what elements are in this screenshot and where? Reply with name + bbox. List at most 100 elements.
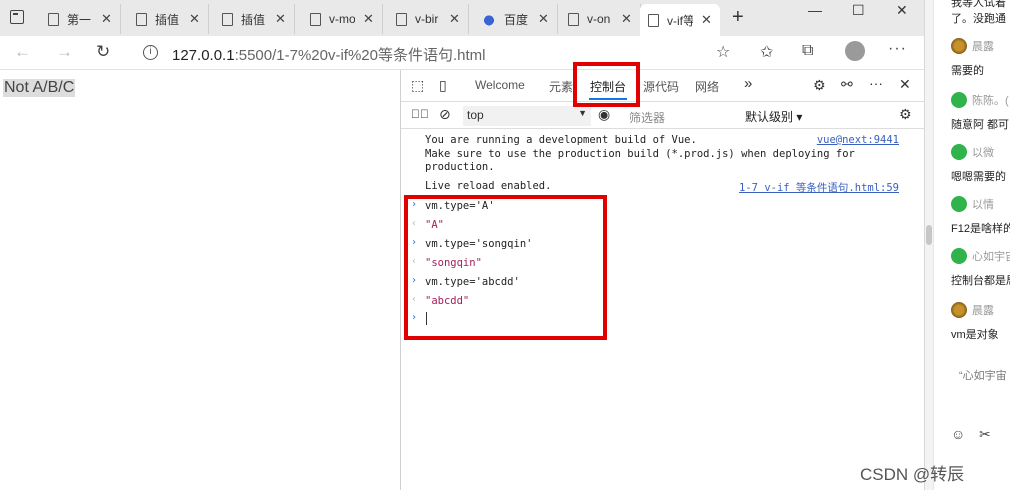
quoted-message: “心如宇宙 [959,370,1007,382]
info-icon[interactable]: i [143,45,158,60]
more-icon[interactable]: ··· [888,40,907,58]
context-value: top [467,108,484,122]
minimize-button[interactable]: — [808,2,822,18]
page-icon [136,12,147,26]
url-field[interactable]: 127.0.0.1:5500/1-7%20v-if%20等条件语句.html [172,44,486,65]
log-level-select[interactable]: 默认级别 ▾ [745,108,802,125]
tab-console[interactable]: 控制台 [590,78,626,95]
reload-icon[interactable]: ↻ [96,42,110,62]
browser-tab-active[interactable]: v-if等 ✕ [640,4,720,36]
close-devtools-icon[interactable]: ✕ [899,76,911,93]
console-result-line: ‹ "A" [401,216,925,235]
browser-tab[interactable]: 第一 ✕ [40,4,121,34]
device-toolbar-icon[interactable]: ▯ [439,77,447,94]
settings-gear-icon[interactable]: ⚙ [813,77,826,94]
more-tabs-icon[interactable]: » [744,75,752,92]
close-icon[interactable]: ✕ [449,11,460,27]
watermark: CSDN @转辰 [860,465,965,484]
avatar [951,196,967,212]
close-icon[interactable]: ✕ [275,11,286,27]
close-icon[interactable]: ✕ [101,11,112,27]
result-icon: ‹ [411,294,418,305]
profile-avatar[interactable] [845,41,865,61]
chat-message: 我等人试着 [951,0,1006,9]
eye-icon[interactable]: ◉ [598,106,610,123]
tab-label: 插值 [155,12,180,27]
console-input-line: › vm.type='songqin' [401,235,925,254]
smile-icon[interactable]: ☺ [951,426,965,442]
window-menu-icon[interactable] [10,10,24,24]
console-input-line: › vm.type='abcdd' [401,273,925,292]
clear-console-icon[interactable]: ⊘ [439,106,451,123]
chat-username: 心如宇宙 [972,251,1010,263]
close-window-button[interactable]: ✕ [896,2,908,19]
console-result-line: ‹ "abcdd" [401,292,925,311]
chevron-down-icon: ▼ [578,108,587,118]
browser-tab[interactable]: 插值 ✕ [128,4,209,34]
browser-tab[interactable]: v-on ✕ [560,4,641,34]
tab-label: 百度 [504,12,529,27]
chat-username: 晨露 [972,305,994,317]
chat-user: 心如宇宙 [951,248,1010,264]
tab-sources[interactable]: 源代码 [643,78,679,95]
close-icon[interactable]: ✕ [701,12,712,28]
customize-icon[interactable]: ⚯ [841,76,853,93]
console-input: vm.type='songqin' [425,238,533,250]
console-input-line: › vm.type='A' [401,197,925,216]
browser-tab[interactable]: v-bir ✕ [388,4,469,34]
tab-label: v-mo [329,12,355,26]
context-select[interactable]: top ▼ [463,106,591,126]
tab-welcome[interactable]: Welcome [475,78,525,92]
close-icon[interactable]: ✕ [363,11,374,27]
scrollbar[interactable] [925,0,934,490]
tab-label: v-bir [415,12,439,26]
browser-tab[interactable]: 插值 ✕ [214,4,295,34]
console-settings-icon[interactable]: ⚙ [899,106,912,123]
inspect-icon[interactable]: ⬚ [411,77,424,94]
chat-user: 陈陈。( [951,92,1009,108]
console-result: "abcdd" [425,295,470,307]
more-options-icon[interactable]: ··· [869,75,883,91]
tab-elements[interactable]: 元素 [549,78,573,95]
page-output-text: Not A/B/C [3,79,76,97]
avatar [951,38,967,54]
close-icon[interactable]: ✕ [538,11,549,27]
tab-strip: 第一 ✕ 插值 ✕ 插值 ✕ v-mo ✕ v-bir ✕ 百度 ✕ v-on … [0,0,924,36]
source-link[interactable]: 1-7 v-if 等条件语句.html:59 [739,180,899,195]
collections-icon[interactable]: ⧉ [802,42,813,60]
add-favorite-icon[interactable]: ☆ [716,42,730,62]
close-icon[interactable]: ✕ [621,11,632,27]
chat-message: 了。没跑通 [951,13,1006,25]
console-result: "A" [425,219,444,231]
source-link[interactable]: vue@next:9441 [817,134,899,146]
console-input: vm.type='abcdd' [425,276,520,288]
filter-input[interactable]: 筛选器 [629,109,665,126]
new-tab-button[interactable]: + [732,6,744,29]
avatar [951,92,967,108]
maximize-button[interactable]: ☐ [852,2,865,19]
chat-message: 控制台都是局 [951,275,1010,287]
devtools-panel: ⬚ ▯ Welcome 元素 控制台 源代码 网络 » ⚙ ⚯ ··· ✕ ▶⃞… [400,70,925,490]
scrollbar-thumb[interactable] [926,225,932,245]
tab-network[interactable]: 网络 [695,78,719,95]
chat-username: 晨露 [972,41,994,53]
console-prompt-line[interactable]: › [401,310,925,329]
page-icon [310,12,321,26]
browser-tab[interactable]: v-mo ✕ [302,4,383,34]
scissors-icon[interactable]: ✂ [979,426,991,443]
prompt-icon: › [411,275,418,286]
chat-message: 随意阿 都可 [951,119,1010,131]
chat-username: 以情 [972,199,994,211]
close-icon[interactable]: ✕ [189,11,200,27]
tab-label: v-on [587,12,611,26]
devtools-tab-bar: ⬚ ▯ Welcome 元素 控制台 源代码 网络 » ⚙ ⚯ ··· ✕ [401,70,925,102]
chat-user: 以情 [951,196,994,212]
favorites-icon[interactable]: ✩ [760,42,773,62]
chat-user: 以微 [951,144,994,160]
sidebar-toggle-icon[interactable]: ▶⃞ [411,107,429,121]
browser-tab[interactable]: 百度 ✕ [474,4,558,34]
url-host: 127.0.0.1 [172,47,235,64]
forward-arrow-icon[interactable]: → [56,42,73,62]
tab-label: v-if等 [667,13,693,28]
back-arrow-icon[interactable]: ← [14,42,31,62]
